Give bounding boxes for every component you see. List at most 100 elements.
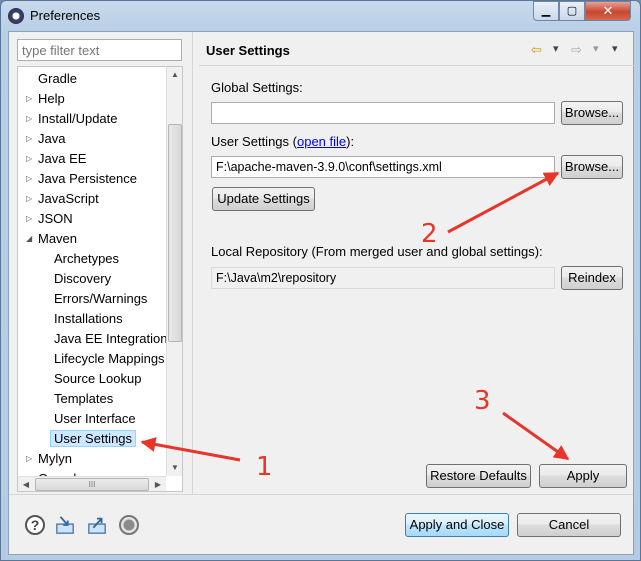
tree-item[interactable]: ▷ Java Persistence: [26, 169, 137, 189]
forward-arrow-icon[interactable]: ⇨: [571, 42, 582, 58]
filter-input[interactable]: [17, 39, 182, 61]
restore-defaults-button[interactable]: Restore Defaults: [426, 464, 531, 488]
tree-item-label: Java EE: [38, 151, 87, 166]
tree-item-label: Install/Update: [38, 111, 118, 126]
tree-item[interactable]: Gradle: [38, 69, 77, 89]
help-icon[interactable]: ?: [25, 515, 45, 535]
export-icon[interactable]: [87, 515, 107, 535]
tree-item[interactable]: Source Lookup: [54, 369, 141, 389]
tree-horizontal-scrollbar[interactable]: ◀ III ▶: [18, 476, 166, 491]
user-browse-button[interactable]: Browse...: [561, 155, 623, 179]
dialog-client-area: ▷Oomph▷MylynUser SettingsUser InterfaceT…: [8, 31, 635, 555]
record-icon[interactable]: [119, 515, 139, 535]
open-file-link[interactable]: open file: [297, 134, 346, 149]
user-settings-label-row: User Settings (open file):: [211, 134, 354, 149]
tree-item-label: Installations: [54, 311, 123, 326]
tree-item[interactable]: Installations: [54, 309, 123, 329]
tree-item[interactable]: User Interface: [54, 409, 136, 429]
tree-item[interactable]: Lifecycle Mappings: [54, 349, 165, 369]
page-title: User Settings: [206, 43, 290, 58]
collapsed-arrow-icon[interactable]: ▷: [26, 449, 32, 469]
tree-item[interactable]: ▷ Help: [26, 89, 65, 109]
update-settings-button[interactable]: Update Settings: [212, 187, 315, 211]
tree-item-label: Archetypes: [54, 251, 120, 266]
tree-item-label: Errors/Warnings: [54, 291, 148, 306]
view-menu-icon[interactable]: ▾: [612, 42, 618, 55]
maximize-button[interactable]: ▢: [559, 1, 585, 21]
tree-item[interactable]: ▷ JavaScript: [26, 189, 99, 209]
expanded-arrow-icon[interactable]: ◢: [26, 229, 32, 249]
forward-menu-icon[interactable]: ▾: [593, 42, 599, 55]
collapsed-arrow-icon[interactable]: ▷: [26, 169, 32, 189]
close-button[interactable]: ✕: [585, 1, 631, 21]
tree-item[interactable]: ▷ Java EE: [26, 149, 87, 169]
tree-item[interactable]: Java EE Integration: [54, 329, 167, 349]
tree-item[interactable]: Discovery: [54, 269, 111, 289]
tree-item-label: User Interface: [54, 411, 136, 426]
tree-item-label: Lifecycle Mappings: [54, 351, 165, 366]
annotation-number-3: 3: [474, 386, 491, 416]
preferences-window: Preferences ▁ ▢ ✕ ▷Oomph▷MylynUser Setti…: [0, 0, 641, 561]
scroll-down-icon[interactable]: ▼: [167, 460, 182, 476]
tree-item-label: Templates: [54, 391, 114, 406]
global-browse-button[interactable]: Browse...: [561, 101, 623, 125]
preference-tree: ▷Oomph▷MylynUser SettingsUser InterfaceT…: [17, 66, 183, 492]
scroll-up-icon[interactable]: ▲: [167, 67, 182, 83]
local-repo-field: F:\Java\m2\repository: [211, 267, 555, 289]
tree-vertical-scrollbar[interactable]: ▲ ▼: [166, 67, 182, 476]
import-icon[interactable]: [55, 515, 75, 535]
user-settings-label: User Settings (: [211, 134, 297, 149]
tree-item-label: JavaScript: [38, 191, 99, 206]
user-settings-label-suffix: ):: [346, 134, 355, 149]
apply-and-close-button[interactable]: Apply and Close: [405, 513, 509, 537]
tree-item-label: JSON: [38, 211, 73, 226]
tree-item-label: Gradle: [38, 71, 78, 86]
tree-item-label: Source Lookup: [54, 371, 142, 386]
tree-item[interactable]: User Settings: [50, 429, 137, 449]
back-menu-icon[interactable]: ▾: [553, 42, 559, 55]
minimize-button[interactable]: ▁: [533, 1, 559, 21]
collapsed-arrow-icon[interactable]: ▷: [26, 189, 32, 209]
tree-item[interactable]: ▷ JSON: [26, 209, 73, 229]
local-repo-label: Local Repository (From merged user and g…: [211, 244, 543, 259]
reindex-button[interactable]: Reindex: [561, 266, 623, 290]
global-settings-field[interactable]: [211, 102, 555, 124]
tree-item[interactable]: Archetypes: [54, 249, 119, 269]
collapsed-arrow-icon[interactable]: ▷: [26, 129, 32, 149]
user-settings-field[interactable]: F:\apache-maven-3.9.0\conf\settings.xml: [211, 156, 555, 178]
tree-item-label: Java Persistence: [38, 171, 137, 186]
scroll-left-icon[interactable]: ◀: [18, 477, 34, 491]
tree-item[interactable]: ▷ Java: [26, 129, 66, 149]
global-settings-label: Global Settings:: [211, 80, 303, 95]
tree-item[interactable]: Errors/Warnings: [54, 289, 147, 309]
tree-item[interactable]: ▷ Mylyn: [26, 449, 72, 469]
annotation-number-2: 2: [421, 219, 438, 249]
title-bar[interactable]: Preferences ▁ ▢ ✕: [1, 1, 640, 31]
title-separator: [199, 65, 635, 66]
annotation-number-1: 1: [256, 452, 273, 482]
tree-item-label: Java: [38, 131, 66, 146]
tree-item[interactable]: ◢ Maven: [26, 229, 78, 249]
scroll-thumb-horizontal[interactable]: III: [35, 478, 149, 491]
tree-item-label: User Settings: [50, 430, 137, 447]
window-title: Preferences: [30, 8, 101, 23]
tree-item-label: Help: [38, 91, 65, 106]
back-arrow-icon[interactable]: ⇦: [531, 42, 542, 58]
tree-item[interactable]: Templates: [54, 389, 113, 409]
collapsed-arrow-icon[interactable]: ▷: [26, 109, 32, 129]
scroll-thumb[interactable]: [168, 124, 182, 342]
tree-item-label: Discovery: [54, 271, 112, 286]
pane-divider[interactable]: [192, 32, 193, 494]
tree-item-label: Mylyn: [38, 451, 72, 466]
eclipse-app-icon: [8, 8, 24, 24]
collapsed-arrow-icon[interactable]: ▷: [26, 149, 32, 169]
page-nav-toolbar: ⇦ ▾ ⇨ ▾ ▾: [529, 42, 629, 60]
footer-separator: [9, 494, 633, 495]
cancel-button[interactable]: Cancel: [517, 513, 621, 537]
tree-item-label: Maven: [38, 231, 78, 246]
scroll-right-icon[interactable]: ▶: [150, 477, 166, 491]
tree-item[interactable]: ▷ Install/Update: [26, 109, 118, 129]
collapsed-arrow-icon[interactable]: ▷: [26, 89, 32, 109]
apply-button[interactable]: Apply: [539, 464, 627, 488]
collapsed-arrow-icon[interactable]: ▷: [26, 209, 32, 229]
